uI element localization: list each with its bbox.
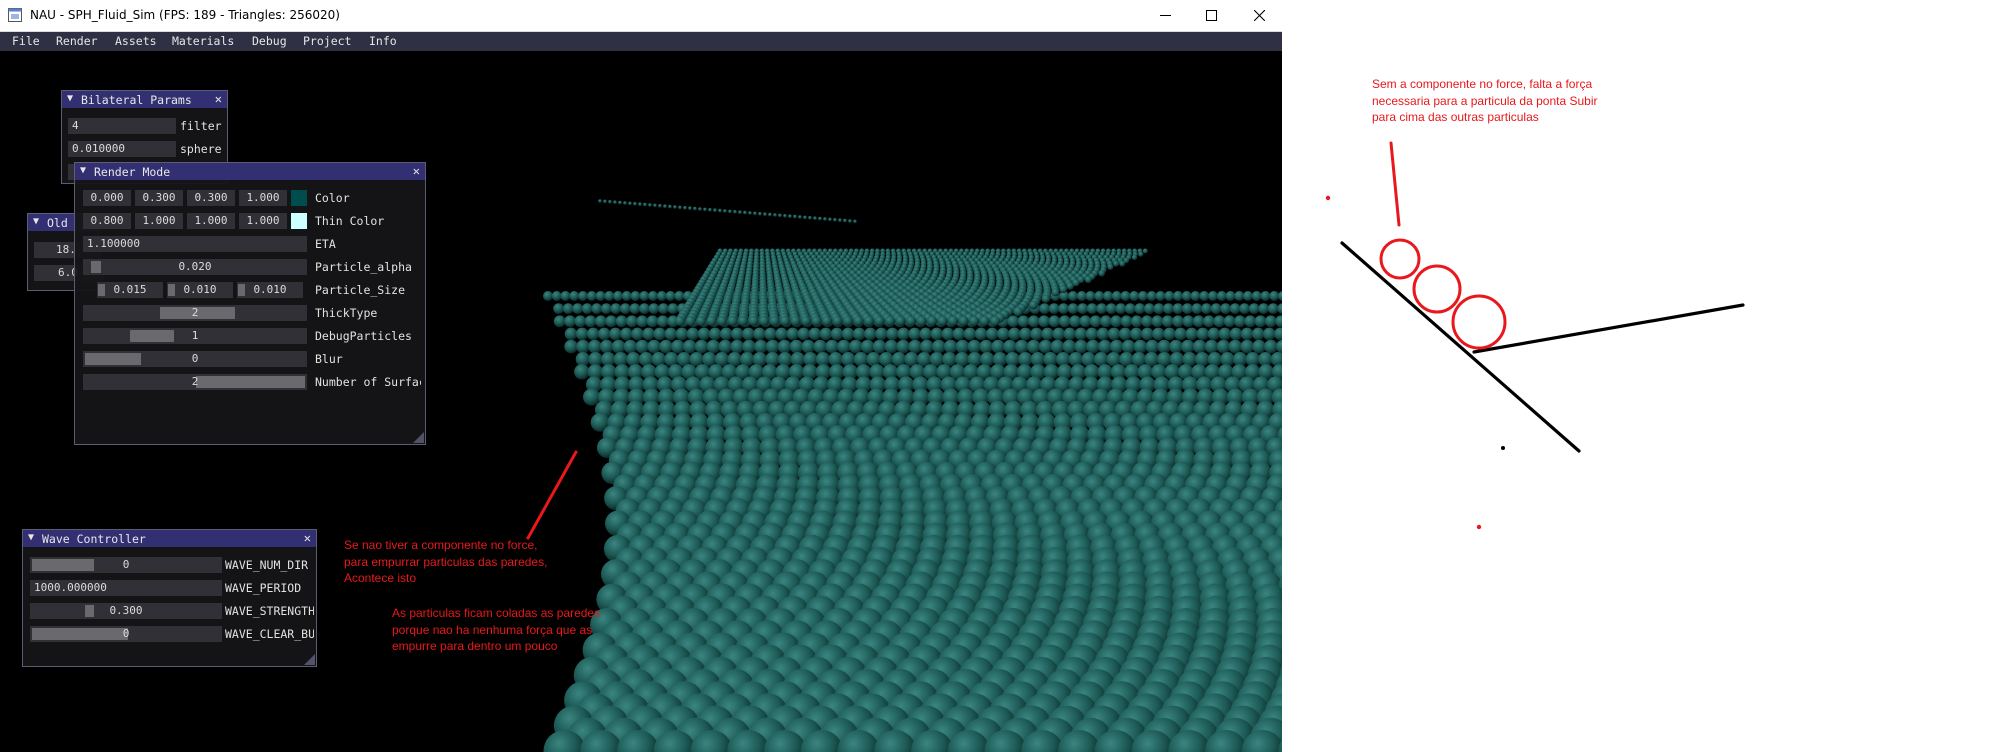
sketch-floor-line <box>1472 303 1745 354</box>
annotation-line: porque nao ha nenhuma força que as <box>392 622 593 637</box>
sketch-arrow-line <box>1389 141 1401 227</box>
annotation-line: empurre para dentro um pouco <box>392 639 558 653</box>
sketch-particle-circle <box>1412 264 1462 314</box>
sketch-dot <box>1501 446 1505 450</box>
annotation-note-2: As particulas ficam coladas as paredes p… <box>392 605 600 655</box>
sketch-dot <box>1325 195 1331 201</box>
annotation-line: para empurrar particulas das paredes, <box>344 554 548 569</box>
annotation-line: Se nao tiver a componente no force, <box>344 538 538 552</box>
particle-wall-sketch <box>1325 141 1745 530</box>
sketch-particle-circle <box>1379 238 1421 280</box>
annotation-line: As particulas ficam coladas as paredes <box>392 606 601 620</box>
annotation-arrow-layer <box>526 450 578 540</box>
sketch-wall-line <box>1340 241 1581 453</box>
annotation-line: Acontece isto <box>344 571 417 585</box>
annotation-note-1: Se nao tiver a componente no force, para… <box>344 537 547 587</box>
annotation-arrow-line <box>526 450 578 540</box>
app-window: NAU - SPH_Fluid_Sim (FPS: 189 - Triangle… <box>0 0 1282 752</box>
sketch-particle-circle <box>1451 294 1507 350</box>
sketch-dot <box>1476 524 1482 530</box>
